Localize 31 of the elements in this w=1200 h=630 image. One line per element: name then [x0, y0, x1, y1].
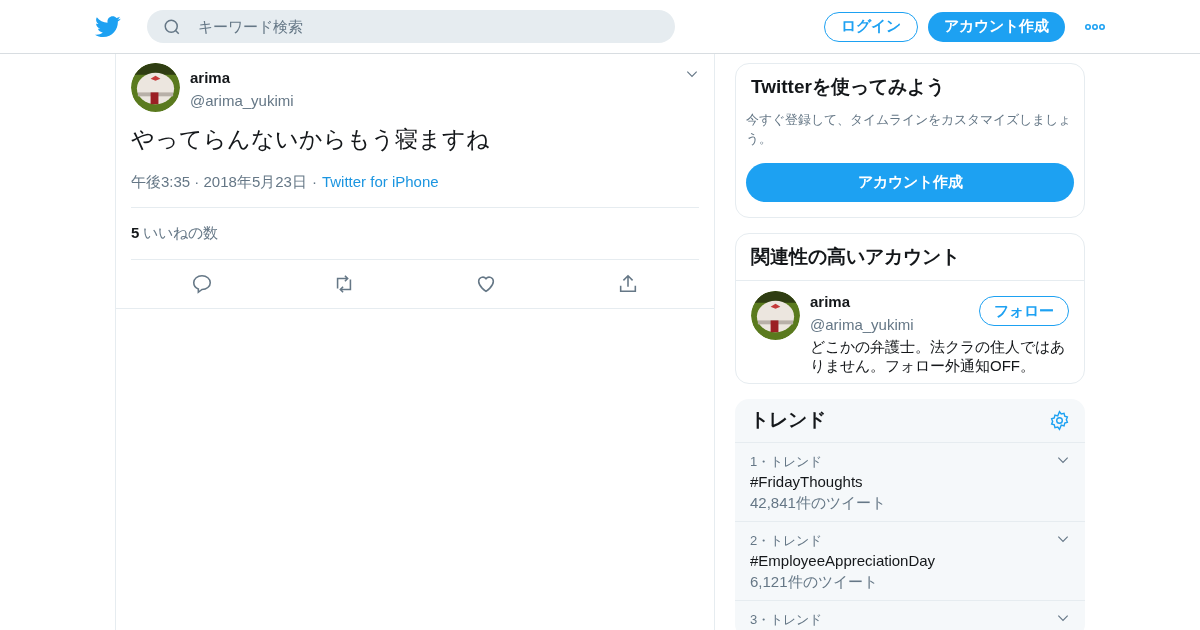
user-handle: @arima_yukimi [190, 90, 295, 111]
tweet-timestamp: 午後3:35 · 2018年5月23日 [131, 171, 307, 192]
reply-icon[interactable] [191, 272, 213, 295]
more-icon[interactable] [1085, 22, 1105, 31]
search-field[interactable]: キーワード検索 [147, 10, 675, 43]
display-name[interactable]: arima [190, 67, 685, 90]
trend-rank: 3・トレンド [750, 611, 824, 629]
display-name[interactable]: arima [810, 291, 979, 314]
bird-logo-icon[interactable] [95, 15, 121, 38]
card-description: 今すぐ登録して、タイムラインをカスタマイズしましょう。 [746, 110, 1072, 148]
signup-button[interactable]: アカウント作成 [928, 11, 1065, 42]
card-title: 関連性の高いアカウント [736, 233, 1084, 281]
tweet-count: 42,841件のツイート [750, 493, 887, 513]
user-bio: どこかの弁護士。法クラの住人ではありません。フォロー外通知OFF。 [810, 337, 1066, 375]
trend-name[interactable]: #FridayThoughts [750, 471, 1056, 492]
trend-rank: 1・トレンド [750, 453, 824, 471]
tweet-text: やってらんないからもう寝ますね [131, 125, 491, 154]
separator-dot: · [311, 171, 317, 192]
tweet-count: 6,121件のツイート [750, 572, 879, 592]
user-handle: @arima_yukimi [810, 314, 915, 335]
search-icon [163, 18, 181, 36]
like-count: 5 [131, 223, 140, 243]
signup-button[interactable]: アカウント作成 [746, 162, 1074, 202]
card-title: トレンド [750, 408, 827, 433]
card-title: Twitterを使ってみよう [750, 75, 946, 99]
like-label: いいねの数 [143, 223, 219, 243]
trend-name[interactable]: #EmployeeAppreciationDay [750, 550, 1056, 571]
settings-icon[interactable] [1049, 410, 1070, 431]
source-link[interactable]: Twitter for iPhone [321, 170, 439, 193]
share-icon[interactable] [617, 272, 639, 295]
trend-rank: 2・トレンド [750, 532, 824, 550]
